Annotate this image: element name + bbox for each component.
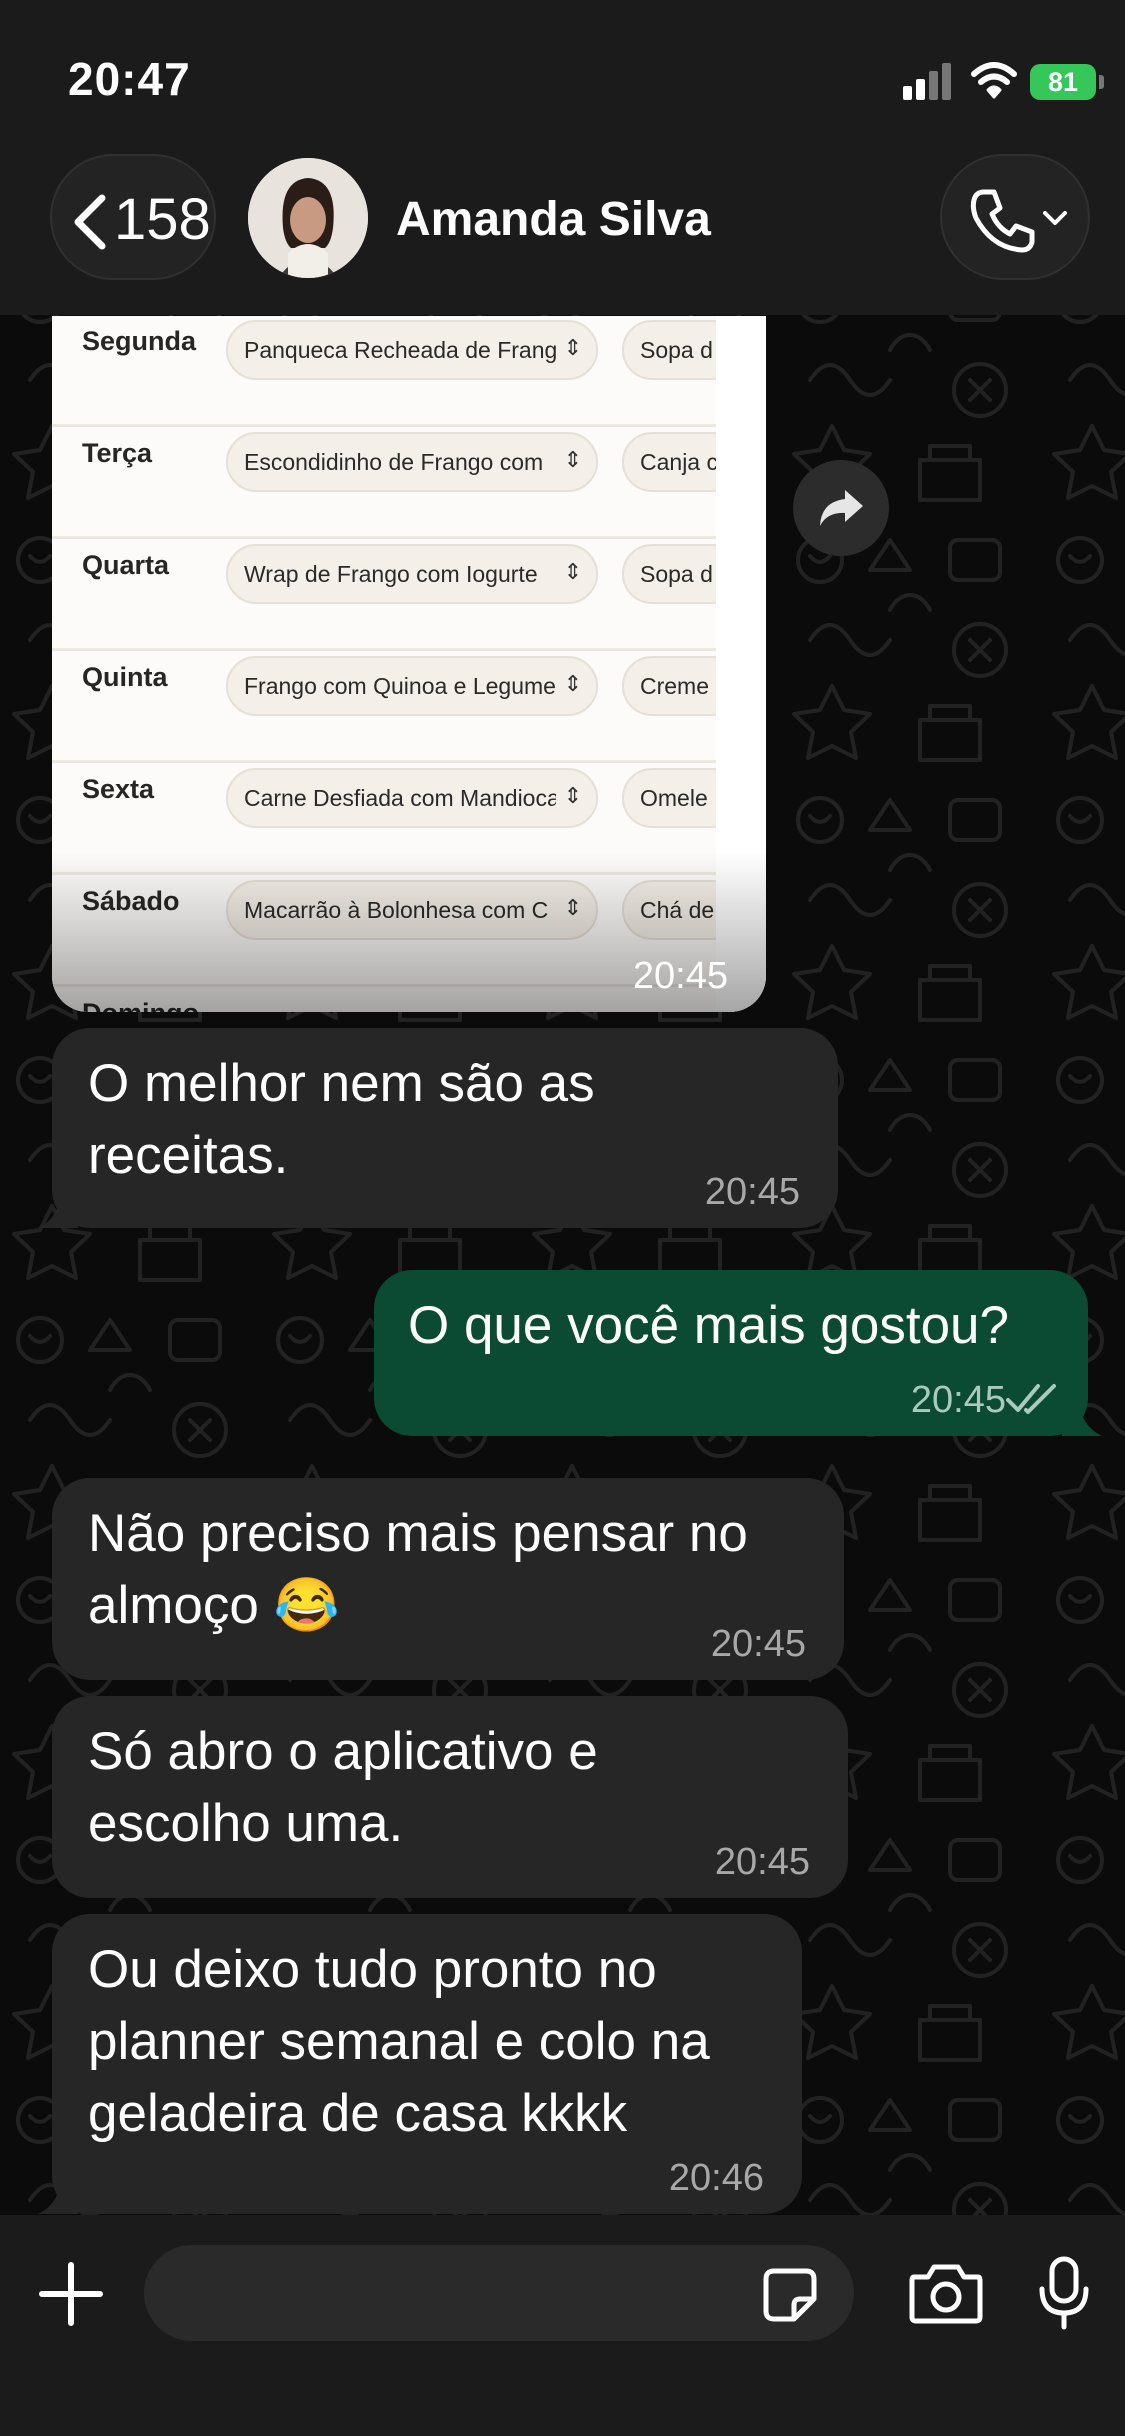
message-time: 20:45 (710, 1623, 806, 1665)
plan-day-label: Terça (82, 438, 153, 468)
incoming-message[interactable]: Não preciso mais pensar no almoço 😂 20:4… (52, 1478, 844, 1680)
forward-icon (820, 490, 863, 526)
message-line: planner semanal e colo na (88, 2012, 710, 2071)
contact-name[interactable]: Amanda Silva (396, 192, 711, 247)
cellular-signal-icon (903, 62, 953, 100)
message-time: 20:45 (632, 955, 728, 997)
select-chevron-icon: ⇕ (563, 671, 582, 696)
image-message[interactable]: Segunda Panqueca Recheada de Frango ⇕ Sopa … (52, 316, 766, 1012)
plan-lunch-value: Wrap de Frango com Iogurte (244, 561, 538, 587)
chat-header: 158 Amanda Silva (0, 150, 1125, 315)
plan-lunch-value: Escondidinho de Frango com (244, 449, 544, 475)
message-text: Ou deixo tudo pronto no planner semanal … (88, 1934, 710, 2150)
call-button[interactable] (940, 154, 1090, 280)
message-input-bar (0, 2215, 1125, 2436)
plan-day-label: Quinta (82, 662, 168, 692)
plan-row: Quinta Frango com Quinoa e Legumes ⇕ Creme (52, 648, 742, 763)
phone-icon (970, 189, 1035, 253)
chevron-left-icon (74, 194, 106, 250)
unread-count: 158 (114, 187, 211, 252)
message-line: O melhor nem são as (88, 1054, 595, 1113)
message-time-text: 20:45 (910, 1379, 1006, 1421)
microphone-icon[interactable] (1036, 2255, 1092, 2331)
message-time: 20:45 (704, 1171, 800, 1213)
status-bar: 20:47 81 (0, 0, 1125, 150)
avatar-photo (248, 158, 368, 278)
select-chevron-icon: ⇕ (563, 783, 582, 808)
battery-indicator: 81 (1030, 64, 1096, 100)
chevron-down-icon (1043, 211, 1067, 225)
plus-icon[interactable] (36, 2259, 106, 2329)
double-check-icon (1006, 1384, 1056, 1414)
plan-row: Quarta Wrap de Frango com Iogurte ⇕ Sopa d (52, 536, 742, 651)
battery-tip (1099, 75, 1104, 89)
message-line: escolho uma. (88, 1794, 404, 1853)
message-line: O que você mais gostou? (408, 1296, 1010, 1355)
select-chevron-icon: ⇕ (563, 335, 582, 360)
select-chevron-icon: ⇕ (563, 447, 582, 472)
camera-icon[interactable] (908, 2261, 984, 2325)
plan-lunch-select: Frango com Quinoa e Legumes ⇕ (226, 656, 598, 716)
plan-dinner-value: Canja c (640, 449, 718, 475)
message-input[interactable] (144, 2245, 854, 2341)
message-text: Não preciso mais pensar no almoço 😂 (88, 1498, 748, 1642)
plan-lunch-select: Escondidinho de Frango com ⇕ (226, 432, 598, 492)
plan-lunch-select: Wrap de Frango com Iogurte ⇕ (226, 544, 598, 604)
incoming-message[interactable]: O melhor nem são as receitas. 20:45 (38, 1028, 838, 1228)
plan-lunch-value: Panqueca Recheada de Frango (244, 337, 556, 363)
plan-row: Segunda Panqueca Recheada de Frango ⇕ Sopa … (52, 316, 742, 427)
back-button[interactable]: 158 (50, 154, 216, 280)
wifi-icon (971, 62, 1017, 99)
message-line: Só abro o aplicativo e (88, 1722, 598, 1781)
message-text: O melhor nem são as receitas. (88, 1048, 595, 1192)
message-time: 20:45 (911, 1379, 1006, 1422)
plan-row: Terça Escondidinho de Frango com ⇕ Canja c (52, 424, 742, 539)
plan-lunch-select: Panqueca Recheada de Frango ⇕ (226, 320, 598, 380)
message-line: geladeira de casa kkkk (88, 2084, 628, 2143)
message-line: Ou deixo tudo pronto no (88, 1940, 657, 1999)
plan-lunch-value: Frango com Quinoa e Legumes (244, 673, 556, 699)
plan-lunch-value: Carne Desfiada com Mandioca (244, 785, 556, 811)
plan-dinner-value: Sopa d (640, 337, 713, 363)
battery-level: 81 (1047, 67, 1079, 97)
bubble-tail (38, 1188, 78, 1228)
plan-day-label: Sexta (82, 774, 155, 804)
status-time: 20:47 (68, 53, 191, 105)
plan-day-label: Quarta (82, 550, 170, 580)
message-line: receitas. (88, 1126, 289, 1185)
plan-lunch-select: Carne Desfiada com Mandioca ⇕ (226, 768, 598, 828)
plan-dinner-value: Sopa d (640, 561, 713, 587)
incoming-message[interactable]: Só abro o aplicativo e escolho uma. 20:4… (52, 1696, 848, 1898)
message-text: Só abro o aplicativo e escolho uma. (88, 1716, 598, 1860)
message-line: almoço 😂 (88, 1576, 340, 1635)
message-time: 20:45 (714, 1841, 810, 1883)
message-time: 20:46 (668, 2157, 764, 2199)
sticker-icon[interactable] (760, 2265, 820, 2325)
contact-avatar[interactable] (248, 158, 368, 278)
message-line: Não preciso mais pensar no (88, 1504, 748, 1563)
bubble-tail (38, 2174, 78, 2214)
select-chevron-icon: ⇕ (563, 559, 582, 584)
outgoing-message[interactable]: O que você mais gostou? 20:45 (374, 1270, 1102, 1436)
incoming-message[interactable]: Ou deixo tudo pronto no planner semanal … (38, 1914, 802, 2214)
forward-button[interactable] (793, 460, 889, 556)
bubble-tail (1062, 1396, 1102, 1436)
plan-dinner-value: Creme (640, 673, 710, 699)
plan-day-label: Segunda (82, 326, 197, 356)
message-text: O que você mais gostou? (408, 1290, 1009, 1362)
plan-dinner-value: Omele (640, 785, 708, 811)
